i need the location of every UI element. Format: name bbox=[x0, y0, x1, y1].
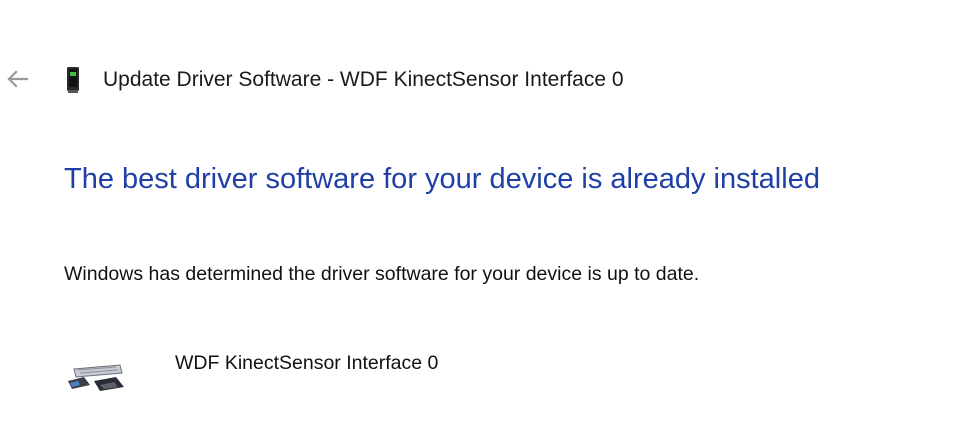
status-message: Windows has determined the driver softwa… bbox=[64, 263, 700, 285]
device-entry: WDF KinectSensor Interface 0 bbox=[64, 345, 764, 405]
back-arrow-icon bbox=[7, 70, 29, 88]
device-name: WDF KinectSensor Interface 0 bbox=[175, 352, 439, 374]
status-heading: The best driver software for your device… bbox=[64, 163, 820, 195]
sensor-device-icon bbox=[67, 67, 79, 93]
kinect-sensor-icon bbox=[68, 364, 124, 391]
title-bar: Update Driver Software - WDF KinectSenso… bbox=[0, 56, 964, 102]
back-button[interactable] bbox=[2, 64, 32, 94]
update-driver-dialog: Update Driver Software - WDF KinectSenso… bbox=[0, 0, 964, 447]
window-title: Update Driver Software - WDF KinectSenso… bbox=[103, 68, 624, 91]
